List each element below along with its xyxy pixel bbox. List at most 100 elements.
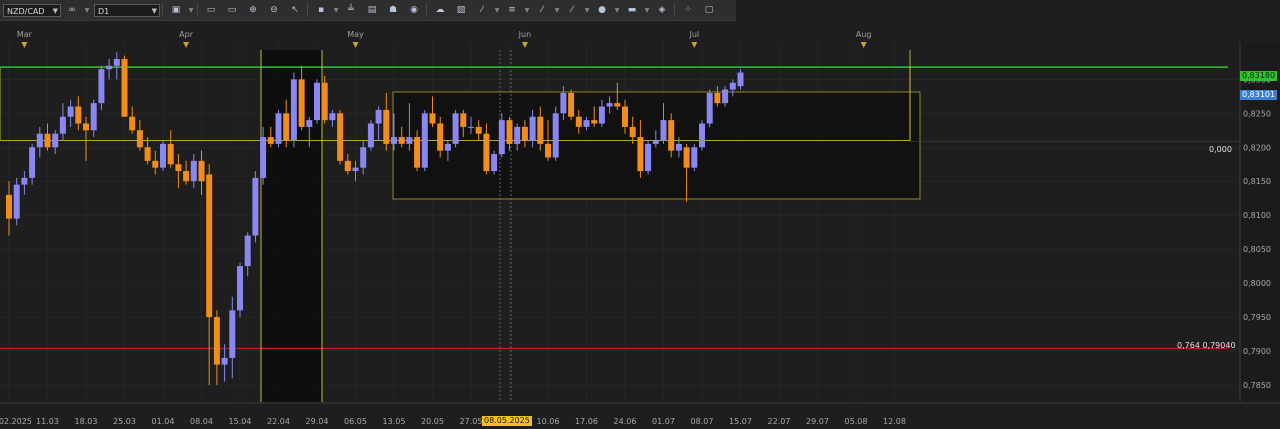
candle-body <box>167 143 174 165</box>
candle-body <box>622 106 628 127</box>
candle-body <box>113 58 120 66</box>
candle-body <box>29 147 36 178</box>
candle-body <box>175 164 182 172</box>
candle-body <box>737 72 744 87</box>
candle-body <box>660 120 667 141</box>
candle-body <box>360 147 367 168</box>
candle-body <box>314 82 320 121</box>
candle-body <box>106 65 113 70</box>
candle-body <box>329 113 336 121</box>
candle-body <box>221 357 228 365</box>
candle-body <box>560 92 567 114</box>
date-tick-label: 08.04 <box>190 417 213 426</box>
candle-body <box>136 130 143 148</box>
candle-body <box>260 137 267 178</box>
candle-body <box>398 137 405 144</box>
candle-body <box>90 103 97 131</box>
candle-body <box>52 133 59 148</box>
price-tick-label: 0,8000 <box>1243 279 1271 288</box>
candle-body <box>121 58 128 117</box>
candle-body <box>6 194 12 219</box>
candle-body <box>568 92 575 117</box>
candle-body <box>414 137 421 168</box>
date-tick-label: 17.06 <box>575 417 598 426</box>
candle-body <box>468 126 474 128</box>
candle-body <box>491 154 498 172</box>
candle-body <box>475 126 482 134</box>
candle-body <box>421 113 428 168</box>
candle-body <box>44 133 51 148</box>
candle-body <box>706 92 713 124</box>
candle-body <box>598 106 605 124</box>
date-tick-label: 08.07 <box>691 417 714 426</box>
price-tick-label: 0,7950 <box>1243 313 1271 322</box>
candle-body <box>21 177 28 185</box>
candle-body <box>483 133 490 172</box>
candle-body <box>352 167 359 172</box>
candle-body <box>452 113 459 144</box>
candle-body <box>290 79 297 141</box>
candle-body <box>537 116 544 144</box>
candle-body <box>152 160 159 168</box>
price-tick-label: 0,8100 <box>1243 211 1271 220</box>
month-marker-icon <box>352 42 359 48</box>
candle-body <box>237 266 243 311</box>
candle-body <box>383 109 390 144</box>
candle-body <box>591 120 598 124</box>
candle-body <box>552 113 559 158</box>
candle-body <box>460 113 467 127</box>
candle-body <box>337 113 344 161</box>
candle-body <box>668 120 675 151</box>
candle-body <box>98 69 105 104</box>
candle-body <box>521 126 528 141</box>
candle-body <box>283 113 290 141</box>
month-marker-icon <box>691 42 698 48</box>
candle-body <box>675 143 682 151</box>
candle-body <box>375 109 382 124</box>
candle-body <box>267 137 274 144</box>
candle-body <box>683 147 690 168</box>
fib-level-label: 0,764 0,79040 <box>1177 341 1236 350</box>
candle-body <box>629 126 636 138</box>
candle-body <box>298 79 305 127</box>
candle-body <box>406 137 413 144</box>
candle-body <box>67 106 74 117</box>
price-tick-label: 0,7900 <box>1243 347 1271 356</box>
month-label: Jun <box>518 30 532 39</box>
date-tick-label: 22.04 <box>267 417 290 426</box>
month-label: Mar <box>17 30 33 39</box>
candle-body <box>498 120 505 155</box>
date-tick-label: 06.05 <box>344 417 367 426</box>
current-price-label: 0,83101 <box>1240 90 1278 100</box>
candle-body <box>229 310 236 358</box>
month-label: Apr <box>179 30 194 39</box>
price-chart[interactable]: MarAprMayJunJulAug 0,83000,82500,82000,8… <box>0 0 1280 429</box>
date-tick-label: 27.05 <box>460 417 483 426</box>
candle-body <box>691 147 698 168</box>
candle-body <box>606 103 613 107</box>
date-tick-label: 15.04 <box>229 417 252 426</box>
price-tick-label: 0,8200 <box>1243 143 1271 152</box>
candle-body <box>183 171 190 182</box>
candle-body <box>321 82 328 121</box>
candle-body <box>190 160 197 182</box>
candle-body <box>59 116 66 134</box>
candle-body <box>213 317 220 365</box>
month-ruler: Mar Apr May Jun Jul Aug <box>17 30 872 48</box>
candle-body <box>729 82 736 90</box>
month-marker-icon <box>860 42 867 48</box>
month-marker-icon <box>521 42 528 48</box>
candle-body <box>583 120 590 127</box>
date-tick-label: 25.03 <box>113 417 136 426</box>
date-tick-label: 15.07 <box>729 417 752 426</box>
price-tick-label: 0,8250 <box>1243 109 1271 118</box>
date-tick-label: 11.03 <box>36 417 59 426</box>
candle-body <box>198 160 205 182</box>
time-axis: 27.02.2025 11.03 18.03 25.03 01.04 08.04 15.04… <box>0 417 906 426</box>
candle-body <box>714 92 721 104</box>
price-tick-label: 0,8050 <box>1243 245 1271 254</box>
candle-body <box>344 160 351 172</box>
date-tick-label: 12.08 <box>883 417 906 426</box>
candle-body <box>437 123 444 151</box>
candle-body <box>514 126 521 144</box>
